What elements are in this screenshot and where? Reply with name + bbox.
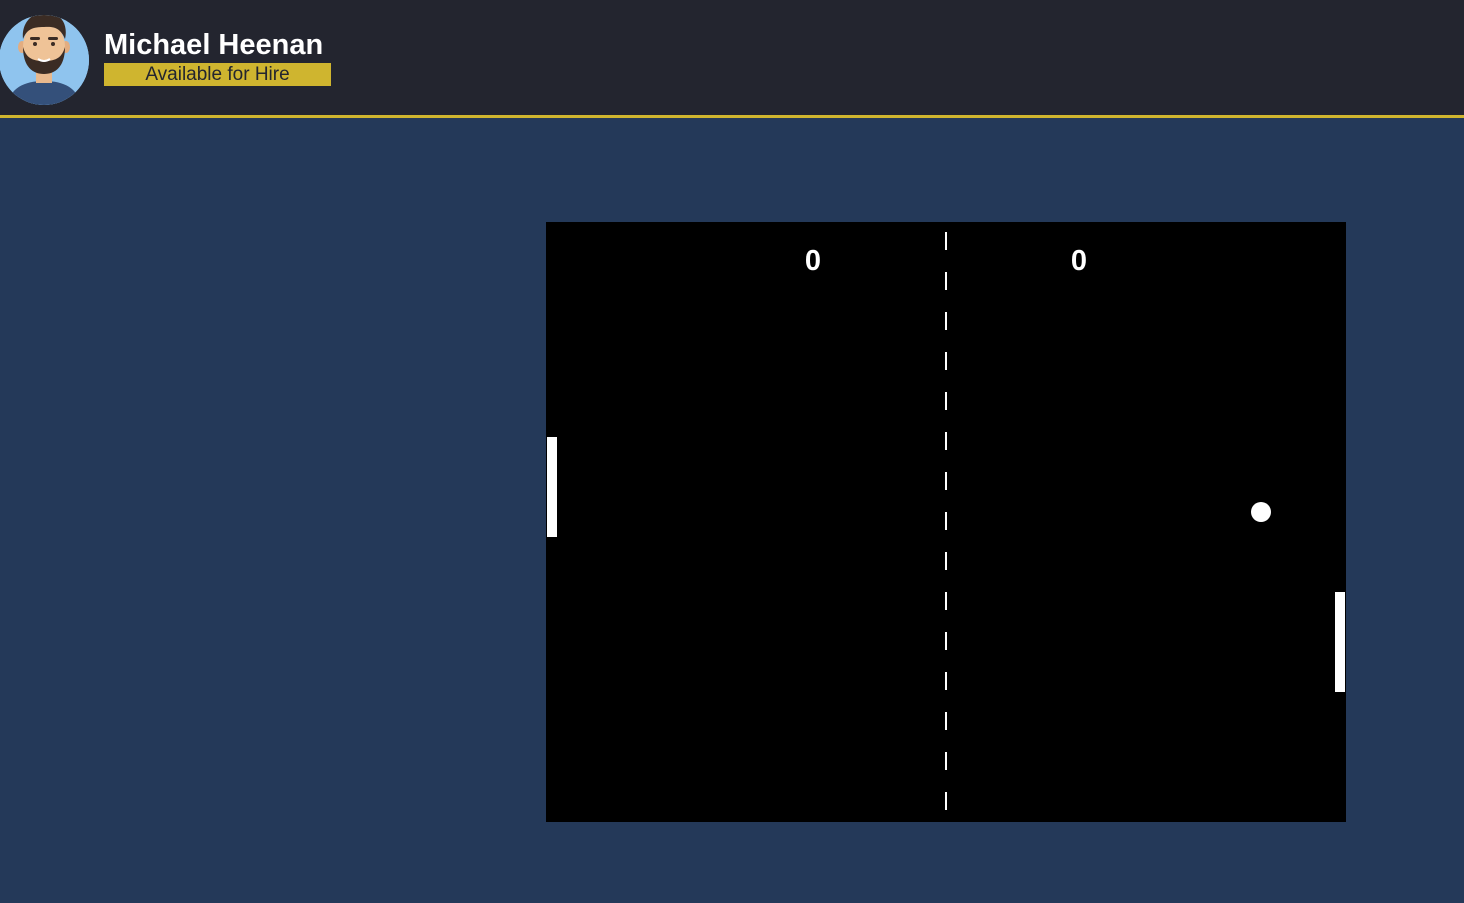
right-paddle xyxy=(1335,592,1345,692)
bearded-man-avatar-icon xyxy=(0,15,89,105)
site-header: Michael Heenan Available for Hire xyxy=(0,0,1464,118)
left-paddle[interactable] xyxy=(547,437,557,537)
page-title: Michael Heenan xyxy=(104,29,324,61)
status-badge: Available for Hire xyxy=(104,63,331,86)
score-right: 0 xyxy=(1070,245,1088,277)
avatar xyxy=(0,15,89,105)
score-left: 0 xyxy=(804,245,822,277)
center-net-line xyxy=(945,232,947,812)
pong-game-canvas[interactable]: 0 0 xyxy=(546,222,1346,822)
ball xyxy=(1251,502,1271,522)
